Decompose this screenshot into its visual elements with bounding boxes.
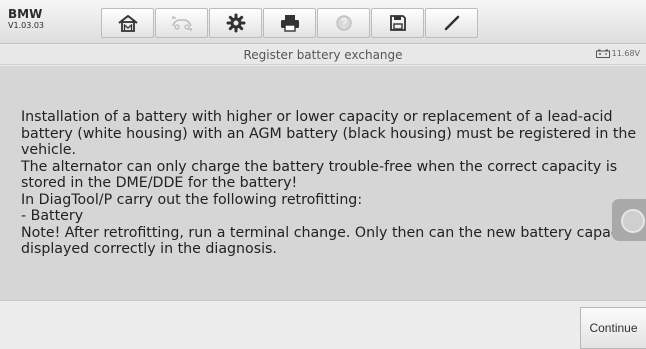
message-line: - Battery xyxy=(21,208,84,224)
help-button[interactable] xyxy=(317,8,370,38)
edit-button[interactable] xyxy=(425,8,478,38)
vehicle-info: BMW V1.03.03 xyxy=(8,7,98,31)
help-icon xyxy=(335,15,352,31)
message-line: battery (white housing) with an AGM batt… xyxy=(21,125,637,142)
settings-gear-icon xyxy=(226,13,245,33)
print-icon xyxy=(280,15,299,32)
message-panel: Installation of a battery with higher or… xyxy=(0,66,646,300)
home-icon xyxy=(117,14,138,32)
message-line: In DiagTool/P carry out the following re… xyxy=(21,191,363,208)
message-line: stored in the DME/DDE for the battery! xyxy=(21,175,298,191)
message-line: The alternator can only charge the batte… xyxy=(21,158,618,175)
title-bar: Register battery exchange 11.68V xyxy=(0,45,646,65)
software-version: V1.03.03 xyxy=(8,21,45,30)
pen-icon xyxy=(444,15,459,31)
vehicle-make: BMW xyxy=(8,7,43,21)
vehicle-swap-button[interactable] xyxy=(155,8,208,38)
battery-icon xyxy=(595,49,610,58)
battery-voltage: 11.68V xyxy=(611,49,640,58)
top-bar: BMW V1.03.03 xyxy=(0,0,646,44)
continue-button[interactable]: Continue xyxy=(580,307,646,349)
print-button[interactable] xyxy=(263,8,316,38)
circle-icon xyxy=(621,209,645,233)
save-icon xyxy=(389,15,406,31)
page-title: Register battery exchange xyxy=(243,48,403,62)
home-button[interactable] xyxy=(101,8,154,38)
save-button[interactable] xyxy=(371,8,424,38)
settings-button[interactable] xyxy=(209,8,262,38)
footer-bar: Continue xyxy=(0,300,646,349)
toolbar xyxy=(101,8,479,38)
message-line: Installation of a battery with higher or… xyxy=(21,109,613,125)
message-line: vehicle. xyxy=(21,142,77,158)
battery-status: 11.68V xyxy=(595,49,640,58)
message-line: Note! After retrofitting, run a terminal… xyxy=(21,224,646,241)
message-line: displayed correctly in the diagnosis. xyxy=(21,241,277,257)
floating-assistive-button[interactable] xyxy=(612,199,646,241)
vehicle-swap-icon xyxy=(171,15,192,31)
